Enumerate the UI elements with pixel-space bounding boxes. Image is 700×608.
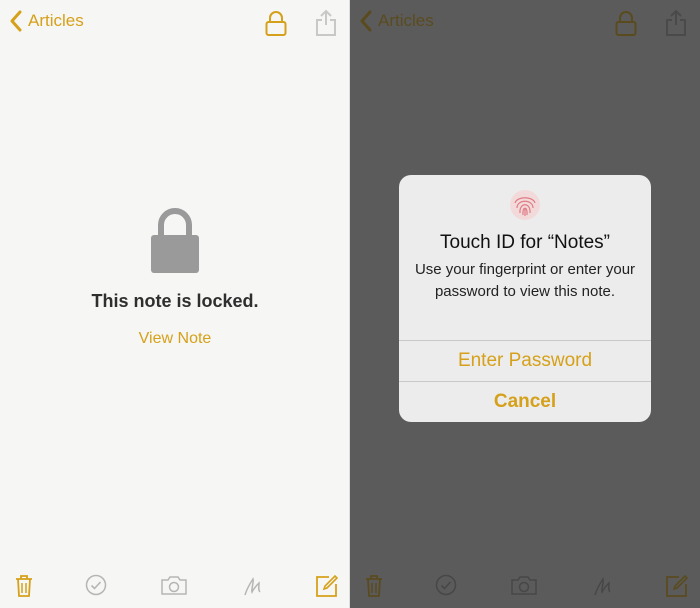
lock-icon[interactable] (265, 11, 287, 42)
share-icon[interactable] (665, 9, 687, 42)
fingerprint-icon (509, 189, 541, 221)
share-icon[interactable] (315, 9, 337, 42)
locked-title: This note is locked. (91, 291, 259, 311)
sketch-icon[interactable] (242, 574, 264, 598)
bottom-toolbar (0, 568, 350, 608)
cancel-button[interactable]: Cancel (399, 382, 651, 422)
touch-id-prompt-screen: Articles Touch ID for “Notes” Use your f… (350, 0, 700, 608)
checkmark-circle-icon[interactable] (435, 574, 457, 596)
split-screenshot: Articles This note is locked. View Note (0, 0, 700, 608)
locked-note-screen: Articles This note is locked. View Note (0, 0, 350, 608)
view-note-button[interactable]: View Note (0, 330, 350, 348)
camera-icon[interactable] (510, 574, 538, 596)
back-label: Articles (378, 11, 434, 30)
chevron-left-icon (10, 10, 22, 32)
enter-password-button[interactable]: Enter Password (399, 341, 651, 381)
compose-icon[interactable] (665, 574, 689, 598)
back-button[interactable]: Articles (360, 10, 434, 32)
locked-message: This note is locked. View Note (0, 205, 350, 348)
lock-icon (145, 205, 205, 275)
bottom-toolbar (350, 568, 700, 608)
sketch-icon[interactable] (592, 574, 614, 598)
camera-icon[interactable] (160, 574, 188, 596)
chevron-left-icon (360, 10, 372, 32)
back-label: Articles (28, 11, 84, 30)
touch-id-dialog: Touch ID for “Notes” Use your fingerprin… (399, 175, 651, 422)
checkmark-circle-icon[interactable] (85, 574, 107, 596)
navigation-bar: Articles (0, 0, 350, 48)
dialog-message: Use your fingerprint or enter your passw… (414, 261, 636, 300)
trash-icon[interactable] (364, 574, 384, 598)
trash-icon[interactable] (14, 574, 34, 598)
navigation-bar: Articles (350, 0, 700, 48)
compose-icon[interactable] (315, 574, 339, 598)
lock-icon[interactable] (615, 11, 637, 42)
dialog-title: Touch ID for “Notes” (440, 232, 610, 253)
back-button[interactable]: Articles (10, 10, 84, 32)
